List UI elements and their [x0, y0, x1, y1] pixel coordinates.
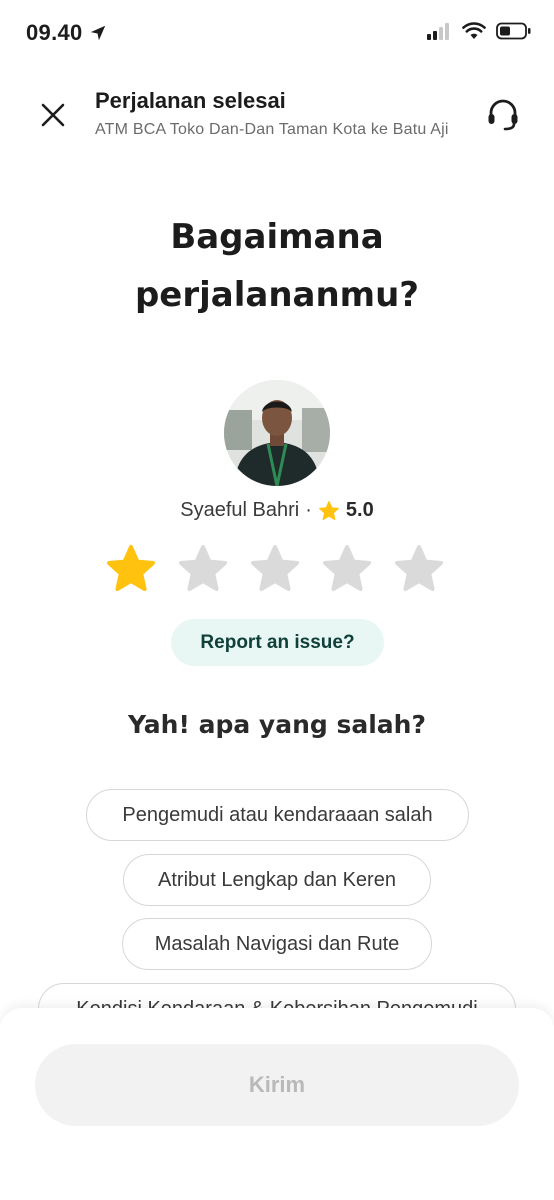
feedback-chip-attributes[interactable]: Atribut Lengkap dan Keren	[123, 854, 431, 906]
cellular-signal-icon	[427, 23, 449, 40]
driver-avatar-image	[224, 380, 330, 486]
feedback-chip-wrong-driver[interactable]: Pengemudi atau kendaraaan salah	[86, 789, 469, 841]
driver-separator: ·	[305, 499, 312, 521]
feedback-heading: Yah! apa yang salah?	[128, 710, 426, 739]
submit-button[interactable]: Kirim	[35, 1044, 519, 1126]
rating-star-5[interactable]	[392, 543, 446, 597]
bottom-action-sheet: Kirim	[0, 1008, 554, 1200]
location-arrow-icon	[90, 25, 105, 41]
driver-avatar	[224, 380, 330, 486]
trip-header: Perjalanan selesai ATM BCA Toko Dan-Dan …	[0, 80, 554, 150]
trip-route: ATM BCA Toko Dan-Dan Taman Kota ke Batu …	[95, 121, 449, 138]
wifi-icon	[462, 22, 486, 39]
star-rating	[104, 543, 446, 597]
driver-rating: 5.0	[345, 499, 374, 521]
support-button[interactable]	[480, 92, 526, 138]
rating-star-3[interactable]	[248, 543, 302, 597]
star-icon	[319, 500, 339, 520]
status-time: 09.40	[26, 20, 83, 45]
rating-question-line-1: Bagaimana	[170, 217, 384, 257]
rating-question: Bagaimana perjalananmu?	[0, 208, 554, 324]
status-time-group: 09.40	[26, 20, 107, 46]
battery-icon	[496, 22, 531, 40]
rating-star-1[interactable]	[104, 543, 158, 597]
headset-icon	[488, 99, 518, 131]
driver-name: Syaeful Bahri	[180, 499, 300, 521]
driver-info: Syaeful Bahri · 5.0	[0, 499, 554, 522]
feedback-chip-navigation[interactable]: Masalah Navigasi dan Rute	[122, 918, 432, 970]
rating-star-4[interactable]	[320, 543, 374, 597]
page-title: Perjalanan selesai	[95, 88, 286, 113]
rating-question-line-2: perjalananmu?	[134, 275, 420, 315]
status-bar: 09.40	[0, 0, 554, 64]
rating-star-2[interactable]	[176, 543, 230, 597]
close-icon	[41, 103, 65, 127]
status-indicators	[426, 22, 532, 40]
close-button[interactable]	[30, 92, 76, 138]
report-issue-button[interactable]: Report an issue?	[171, 619, 384, 666]
